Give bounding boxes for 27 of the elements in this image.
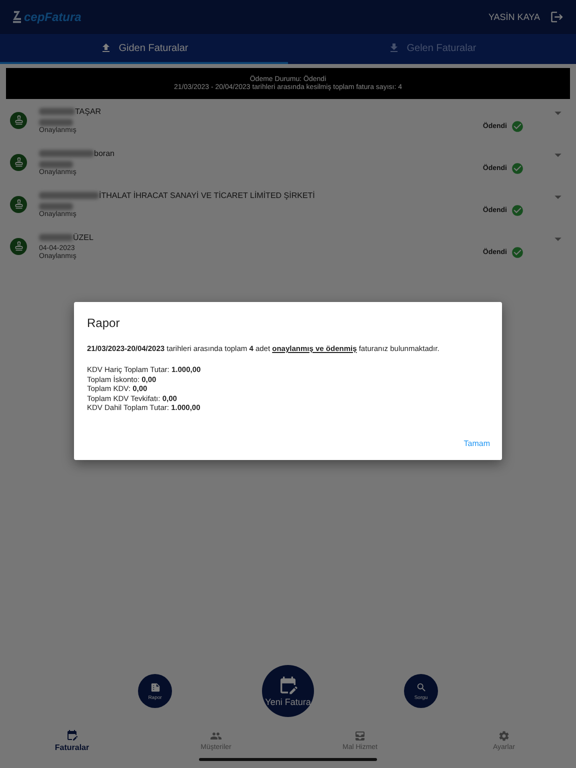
logo-text: cepFatura	[24, 10, 82, 24]
ok-button[interactable]: Tamam	[462, 436, 492, 450]
document-icon	[150, 682, 160, 692]
user-name: YASİN KAYA	[488, 12, 540, 22]
calendar-edit-icon	[66, 728, 78, 740]
customer-name: boran	[94, 148, 114, 158]
logout-icon[interactable]	[550, 10, 564, 24]
dialog-title: Rapor	[87, 316, 121, 330]
customer-name: ÜZEL	[73, 232, 94, 242]
nav-item[interactable]: Faturalar	[0, 722, 144, 758]
search-icon	[416, 682, 426, 692]
tab[interactable]: Giden Faturalar	[0, 34, 288, 64]
customer-name: TAŞAR	[75, 106, 102, 116]
people-icon	[210, 730, 222, 742]
action-button[interactable]: Yeni Fatura	[262, 665, 314, 717]
upload-icon	[100, 42, 112, 54]
stamp-icon	[10, 238, 27, 254]
download-icon	[388, 42, 400, 54]
stamp-icon	[10, 154, 27, 170]
calendar-edit-icon	[278, 675, 298, 695]
tab[interactable]: Gelen Faturalar	[288, 34, 576, 64]
customer-name: İTHALAT İHRACAT SANAYİ VE TİCARET LİMİTED ŞİRKETİ	[99, 190, 315, 200]
logo-icon	[12, 10, 22, 24]
tray-icon	[354, 730, 366, 742]
settings-icon	[498, 730, 510, 742]
stamp-icon	[10, 196, 27, 212]
stamp-icon	[10, 112, 27, 128]
